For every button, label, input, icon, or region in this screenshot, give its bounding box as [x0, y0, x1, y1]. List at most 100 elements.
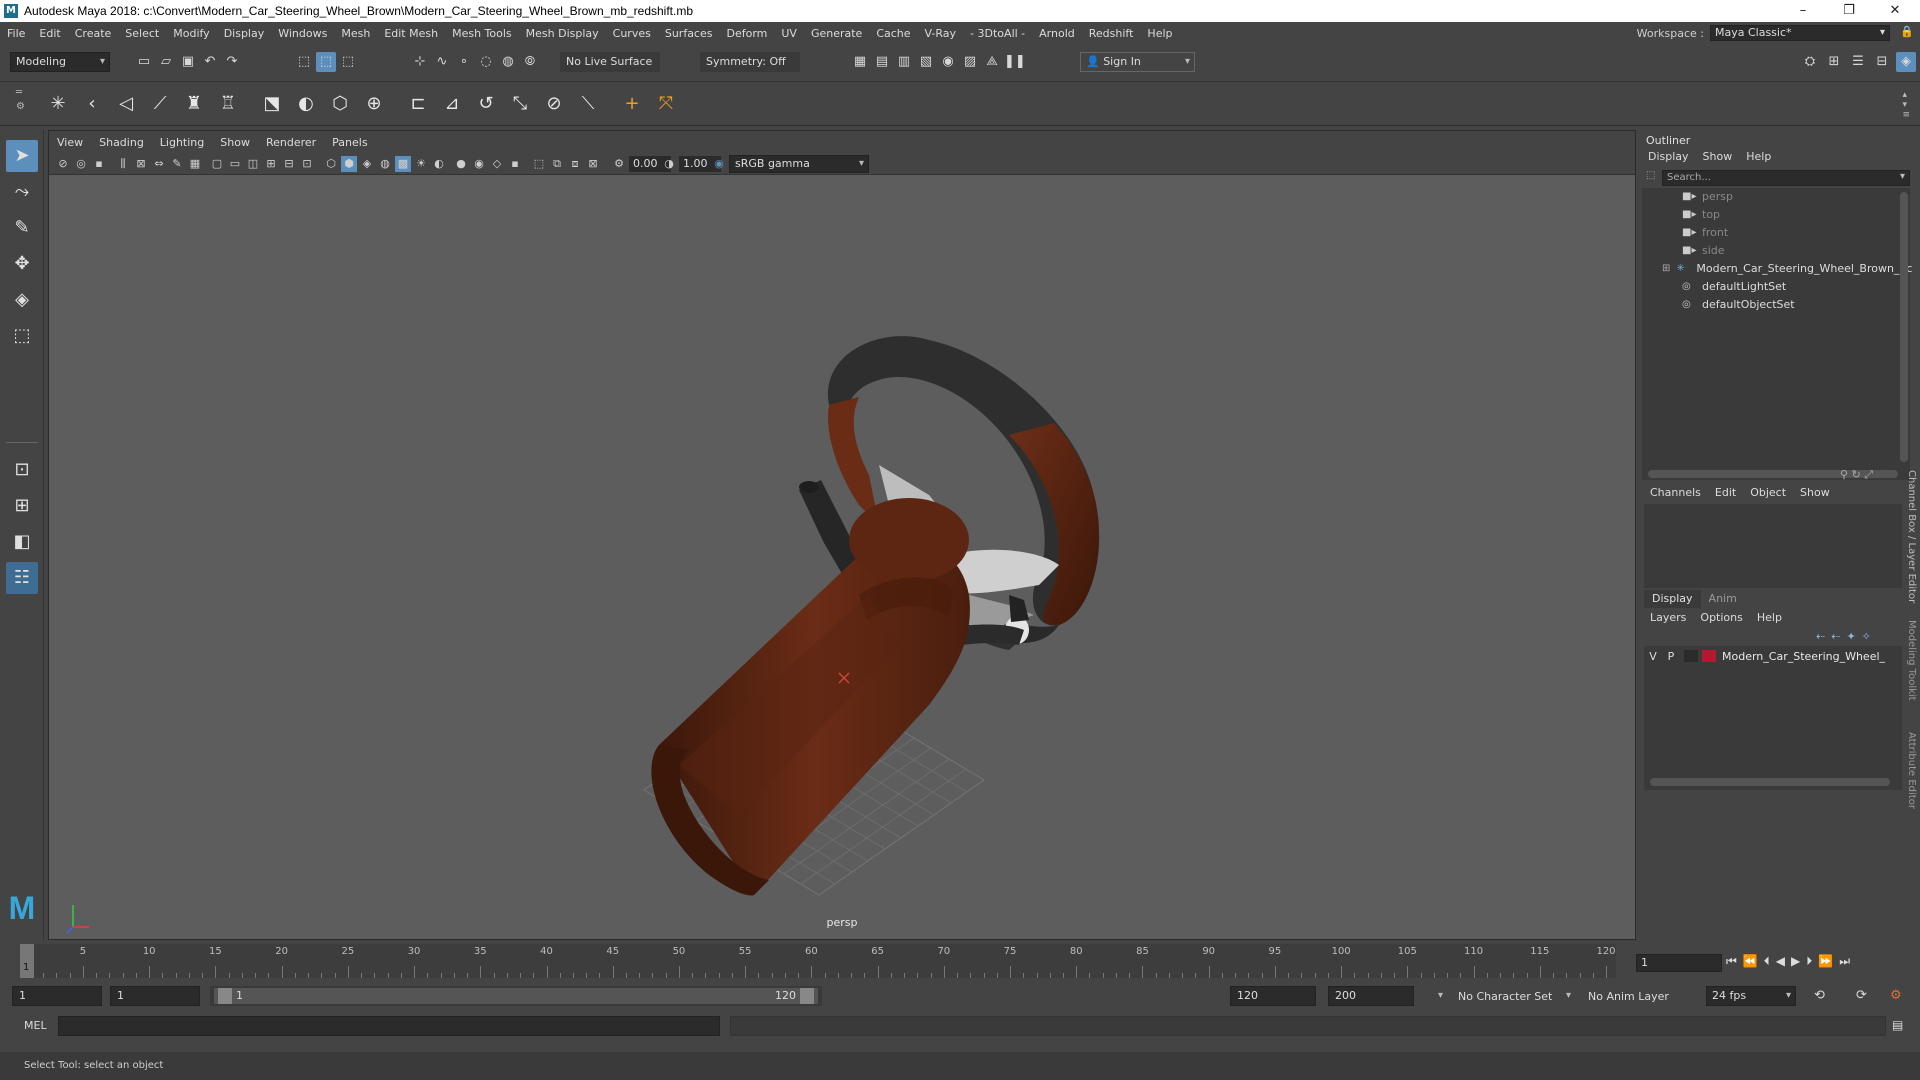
- menu-mesh[interactable]: Mesh: [334, 27, 377, 40]
- redo-icon[interactable]: ↷: [222, 52, 242, 72]
- lasso-tool-icon[interactable]: ⤳: [6, 176, 38, 208]
- chevron-down-icon[interactable]: ▾: [1438, 990, 1443, 1001]
- menu-help[interactable]: Help: [1140, 27, 1179, 40]
- scale-tool-icon[interactable]: ⬚: [6, 320, 38, 352]
- depth-of-field-icon[interactable]: ▪: [507, 156, 523, 172]
- workspace-dropdown[interactable]: Maya Classic*: [1710, 25, 1890, 41]
- outliner-menu-display[interactable]: Display: [1648, 150, 1689, 163]
- layer-menu-layers[interactable]: Layers: [1650, 611, 1686, 624]
- wrap-deformer-icon[interactable]: ⊕: [360, 90, 388, 118]
- xray-joints-icon[interactable]: ⧉: [549, 156, 565, 172]
- time-slider-track[interactable]: 1 5 10 15 20 25 30 35 40 45 50 55 60 65 70 75 80 85 90 95 1…: [20, 944, 1616, 978]
- range-slider-handle[interactable]: 1 120: [214, 988, 818, 1004]
- viewport-menu-shading[interactable]: Shading: [91, 136, 152, 149]
- step-forward-key-icon[interactable]: ⏩: [1818, 954, 1833, 969]
- skeleton-icon[interactable]: ♖: [214, 90, 242, 118]
- grease-pencil-icon[interactable]: ✎: [169, 156, 185, 172]
- current-frame-field[interactable]: 1: [1636, 954, 1722, 972]
- viewport-menu-lighting[interactable]: Lighting: [152, 136, 212, 149]
- chevron-down-icon[interactable]: ▾: [1566, 990, 1571, 1001]
- shelf-options-icon[interactable]: ═ ⚙: [16, 86, 28, 114]
- outliner-item-top[interactable]: ■▸ top: [1682, 206, 1720, 224]
- lock-icon[interactable]: 🔒: [1900, 25, 1914, 41]
- play-backwards-icon[interactable]: ◀: [1776, 954, 1785, 969]
- menu-display[interactable]: Display: [217, 27, 272, 40]
- close-button[interactable]: ✕: [1872, 0, 1918, 22]
- snap-curve-icon[interactable]: ∿: [432, 52, 452, 72]
- outliner-item-steering-wheel[interactable]: ⊞ ✳ Modern_Car_Steering_Wheel_Brown_nc: [1662, 260, 1912, 278]
- play-forwards-icon[interactable]: ▶: [1791, 954, 1800, 969]
- move-layer-down-icon[interactable]: ⇠: [1831, 630, 1846, 643]
- tab-channel-box-layer-editor[interactable]: Channel Box / Layer Editor: [1906, 470, 1917, 603]
- go-to-end-icon[interactable]: ⏭: [1839, 954, 1850, 969]
- menu-arnold[interactable]: Arnold: [1032, 27, 1082, 40]
- range-handle-right[interactable]: [800, 988, 814, 1004]
- playback-end-field[interactable]: 120: [1230, 986, 1316, 1006]
- hypershade-icon[interactable]: ◉: [938, 52, 958, 72]
- redshift-ipr-icon[interactable]: ⟁: [982, 52, 1002, 72]
- menu-curves[interactable]: Curves: [606, 27, 658, 40]
- rotate-tool-icon[interactable]: ◈: [6, 284, 38, 316]
- constraint-scale-icon[interactable]: ⤡: [506, 90, 534, 118]
- layer-row[interactable]: V P Modern_Car_Steering_Wheel_: [1644, 646, 1902, 666]
- render-view-icon[interactable]: ▤: [872, 52, 892, 72]
- menu-mesh-tools[interactable]: Mesh Tools: [445, 27, 519, 40]
- range-handle-left[interactable]: [218, 988, 232, 1004]
- tab-attribute-editor[interactable]: Attribute Editor: [1906, 732, 1917, 809]
- layer-menu-options[interactable]: Options: [1700, 611, 1742, 624]
- fps-dropdown[interactable]: 24 fps ▾: [1706, 986, 1796, 1006]
- channel-menu-channels[interactable]: Channels: [1650, 486, 1701, 499]
- channel-menu-show[interactable]: Show: [1800, 486, 1830, 499]
- outliner-menu-show[interactable]: Show: [1703, 150, 1733, 163]
- camera-lock-icon[interactable]: ◎: [73, 156, 89, 172]
- layer-horizontal-scrollbar[interactable]: [1650, 778, 1890, 786]
- ipr-render-icon[interactable]: ▥: [894, 52, 914, 72]
- new-layer-selected-icon[interactable]: ✧: [1862, 630, 1877, 643]
- render-frame-icon[interactable]: ▦: [850, 52, 870, 72]
- sign-in-button[interactable]: 👤 Sign In ▾: [1080, 52, 1195, 72]
- safe-title-icon[interactable]: ⊡: [299, 156, 315, 172]
- menu-edit-mesh[interactable]: Edit Mesh: [377, 27, 445, 40]
- select-tool-icon[interactable]: ➤: [6, 140, 38, 172]
- live-surface-field[interactable]: No Live Surface: [560, 52, 660, 72]
- layer-editor-icon[interactable]: ◈: [1896, 52, 1916, 72]
- menu-windows[interactable]: Windows: [271, 27, 334, 40]
- tab-modeling-toolkit[interactable]: Modeling Toolkit: [1906, 620, 1917, 701]
- paint-select-tool-icon[interactable]: ✎: [6, 212, 38, 244]
- command-language-toggle[interactable]: MEL: [24, 1019, 47, 1032]
- current-time-indicator[interactable]: 1: [20, 944, 34, 978]
- menu-modify[interactable]: Modify: [166, 27, 216, 40]
- select-component-icon[interactable]: ⬚: [338, 52, 358, 72]
- constraint-pole-icon[interactable]: ⟍: [574, 90, 602, 118]
- wireframe-on-shaded-icon[interactable]: ◈: [359, 156, 375, 172]
- isolate-select-icon[interactable]: ⬚: [531, 156, 547, 172]
- expand-icon[interactable]: ⊞: [1662, 260, 1670, 278]
- nurbs-icon[interactable]: ✳: [44, 90, 72, 118]
- color-space-dropdown[interactable]: sRGB gamma ▾: [729, 155, 869, 173]
- attribute-editor-icon[interactable]: ⊞: [1824, 52, 1844, 72]
- lattice-icon[interactable]: ⬡: [326, 90, 354, 118]
- anim-layer-dropdown[interactable]: No Anim Layer: [1588, 990, 1669, 1003]
- playback-start-field[interactable]: 1: [110, 986, 200, 1006]
- constraint-orient-icon[interactable]: ↺: [472, 90, 500, 118]
- use-all-lights-icon[interactable]: ☀: [413, 156, 429, 172]
- menu-vray[interactable]: V-Ray: [918, 27, 964, 40]
- two-d-pan-icon[interactable]: ⇔: [151, 156, 167, 172]
- new-scene-icon[interactable]: ▭: [134, 52, 154, 72]
- resolution-gate-icon[interactable]: ▭: [227, 156, 243, 172]
- color-management-icon[interactable]: ◉: [711, 156, 727, 172]
- gate-mask-icon[interactable]: ◫: [245, 156, 261, 172]
- animation-preferences-icon[interactable]: ⚙: [1890, 988, 1902, 1003]
- menu-file[interactable]: File: [0, 27, 32, 40]
- outliner-item-default-object-set[interactable]: ◎ defaultObjectSet: [1682, 296, 1795, 314]
- channel-filter-icon[interactable]: ⚲: [1840, 468, 1848, 481]
- maximize-button[interactable]: ❐: [1826, 0, 1872, 22]
- layer-playback-toggle[interactable]: P: [1662, 650, 1680, 663]
- wireframe-icon[interactable]: ⬡: [323, 156, 339, 172]
- gamma-icon[interactable]: ◑: [661, 156, 677, 172]
- outliner-menu-help[interactable]: Help: [1746, 150, 1771, 163]
- outliner-item-persp[interactable]: ■▸ persp: [1682, 188, 1733, 206]
- snap-grid-icon[interactable]: ⊹: [410, 52, 430, 72]
- pause-icon[interactable]: ❚❚: [1004, 52, 1026, 72]
- new-layer-icon[interactable]: ✦: [1846, 630, 1861, 643]
